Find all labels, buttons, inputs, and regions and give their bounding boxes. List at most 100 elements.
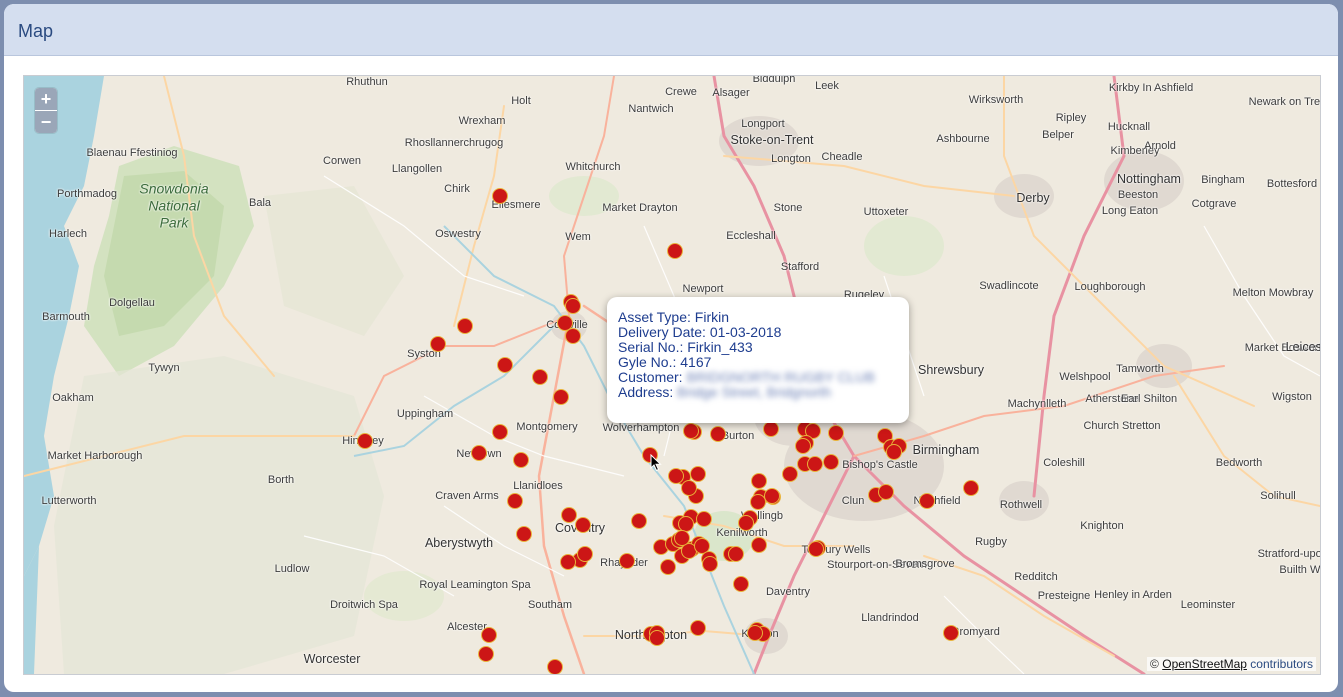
asset-marker[interactable]	[795, 438, 811, 454]
asset-marker[interactable]	[764, 488, 780, 504]
asset-marker[interactable]	[963, 480, 979, 496]
popup-value: Firkin_433	[687, 339, 753, 355]
place-label: Bala	[248, 197, 272, 209]
place-label: Market Drayton	[602, 202, 678, 214]
asset-marker[interactable]	[683, 423, 699, 439]
asset-marker[interactable]	[471, 445, 487, 461]
asset-marker[interactable]	[492, 424, 508, 440]
asset-marker[interactable]	[728, 546, 744, 562]
asset-marker[interactable]	[828, 425, 844, 441]
panel-title: Map	[18, 21, 54, 41]
place-label: Knighton	[1080, 520, 1124, 532]
asset-marker[interactable]	[696, 511, 712, 527]
asset-marker[interactable]	[547, 659, 563, 674]
place-label: Church Stretton	[1083, 420, 1161, 432]
asset-marker[interactable]	[492, 188, 508, 204]
asset-marker[interactable]	[565, 328, 581, 344]
place-label: Swadlincote	[979, 280, 1039, 292]
map-viewport[interactable]: + − Rhuthun Holt Crewe Alsager Biddulph Leek W…	[23, 75, 1321, 675]
asset-marker[interactable]	[561, 507, 577, 523]
place-label: Birmingham	[912, 443, 980, 457]
asset-marker[interactable]	[553, 389, 569, 405]
asset-marker[interactable]	[702, 556, 718, 572]
asset-marker[interactable]	[808, 541, 824, 557]
asset-marker[interactable]	[886, 444, 902, 460]
asset-marker[interactable]	[560, 554, 576, 570]
zoom-in-button[interactable]: +	[35, 88, 57, 110]
asset-marker[interactable]	[497, 357, 513, 373]
asset-marker[interactable]	[674, 530, 690, 546]
place-label: Bromsgrove	[895, 558, 955, 570]
place-label: Crewe	[665, 86, 697, 98]
asset-marker[interactable]	[919, 493, 935, 509]
place-label: Arnold	[1144, 140, 1176, 152]
place-label: Porthmadog	[57, 188, 117, 200]
place-label: Oswestry	[435, 228, 481, 240]
asset-marker[interactable]	[357, 433, 373, 449]
asset-marker[interactable]	[782, 466, 798, 482]
place-label: Rothwell	[999, 499, 1043, 511]
place-label: Worcester	[303, 652, 361, 666]
asset-marker[interactable]	[763, 421, 779, 437]
asset-marker[interactable]	[457, 318, 473, 334]
popup-value: Firkin	[694, 309, 730, 325]
place-label: Llandrindod	[861, 612, 919, 624]
place-label: Solihull	[1260, 490, 1296, 502]
attribution-suffix: contributors	[1250, 657, 1313, 671]
place-label: Corwen	[323, 155, 361, 167]
asset-marker[interactable]	[430, 336, 446, 352]
place-label: Bingham	[1201, 174, 1245, 186]
asset-marker[interactable]	[690, 620, 706, 636]
place-label: Bromyard	[952, 626, 1000, 638]
place-label: Llanidloes	[513, 480, 563, 492]
place-label: Snowdonia National Park	[139, 180, 209, 231]
asset-marker[interactable]	[565, 298, 581, 314]
place-label: Welshpool	[1059, 371, 1111, 383]
place-label: Tamworth	[1116, 363, 1164, 375]
asset-marker[interactable]	[733, 576, 749, 592]
asset-marker[interactable]	[690, 466, 706, 482]
asset-marker[interactable]	[516, 526, 532, 542]
place-label: Newark on Trent	[1248, 96, 1321, 108]
place-label: Craven Arms	[435, 490, 499, 502]
asset-marker[interactable]	[478, 646, 494, 662]
place-label: Burton	[721, 430, 755, 442]
map-attribution: © OpenStreetMap contributors	[1147, 657, 1316, 671]
popup-value: 4167	[680, 354, 712, 370]
asset-marker[interactable]	[823, 454, 839, 470]
asset-marker[interactable]	[619, 553, 635, 569]
place-label: Chirk	[444, 183, 470, 195]
popup-value-blurred: BRIDGNORTH RUGBY CLUB	[686, 369, 875, 385]
asset-marker[interactable]	[807, 456, 823, 472]
asset-marker[interactable]	[751, 473, 767, 489]
asset-marker[interactable]	[532, 369, 548, 385]
asset-marker[interactable]	[710, 426, 726, 442]
popup-row-serial-no: Serial No.: Firkin_433	[618, 340, 875, 355]
place-label: Beeston	[1117, 189, 1159, 201]
asset-marker[interactable]	[751, 537, 767, 553]
place-label: Presteigne	[1037, 590, 1091, 602]
zoom-out-button[interactable]: −	[35, 110, 57, 133]
asset-marker[interactable]	[575, 517, 591, 533]
place-label: Southam	[527, 599, 573, 611]
popup-key: Gyle No.:	[618, 354, 677, 370]
asset-marker[interactable]	[649, 630, 665, 646]
place-label: Builth Wells	[1279, 564, 1321, 576]
asset-marker[interactable]	[681, 480, 697, 496]
asset-marker[interactable]	[481, 627, 497, 643]
asset-marker[interactable]	[577, 546, 593, 562]
place-label: Stone	[773, 202, 803, 214]
asset-marker[interactable]	[513, 452, 529, 468]
asset-marker[interactable]	[507, 493, 523, 509]
place-label: Belper	[1042, 129, 1074, 141]
attribution-link[interactable]: OpenStreetMap	[1162, 657, 1247, 671]
place-label: Droitwich Spa	[330, 599, 398, 611]
asset-marker[interactable]	[738, 515, 754, 531]
asset-marker[interactable]	[747, 625, 763, 641]
asset-marker[interactable]	[943, 625, 959, 641]
asset-marker[interactable]	[668, 468, 684, 484]
asset-marker[interactable]	[878, 484, 894, 500]
asset-marker[interactable]	[667, 243, 683, 259]
asset-marker[interactable]	[631, 513, 647, 529]
asset-marker[interactable]	[660, 559, 676, 575]
